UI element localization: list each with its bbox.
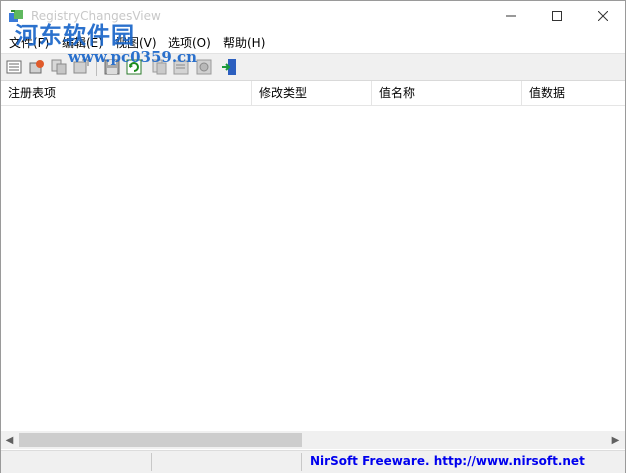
column-value-name[interactable]: 值名称 [372,81,522,105]
close-icon [598,11,608,21]
horizontal-scrollbar[interactable]: ◀ ▶ [1,431,625,449]
watermark-url: www.pc0359.cn [68,48,198,66]
close-button[interactable] [580,1,626,31]
watermark-logo: 河东软件园 [15,22,135,49]
status-pane-count [1,453,152,471]
column-change-type[interactable]: 修改类型 [252,81,372,105]
scroll-left-icon[interactable]: ◀ [1,431,18,449]
html-report-icon[interactable] [195,58,213,76]
scrollbar-thumb[interactable] [19,433,302,447]
minimize-button[interactable] [488,1,534,31]
minimize-icon [506,15,516,17]
column-registry-key[interactable]: 注册表项 [1,81,252,105]
exit-icon[interactable] [220,58,238,76]
status-bar: NirSoft Freeware. http://www.nirsoft.net [1,450,625,473]
list-options-icon[interactable] [5,58,23,76]
nirsoft-link[interactable]: NirSoft Freeware. http://www.nirsoft.net [310,454,585,468]
copy-icon[interactable] [50,58,68,76]
status-pane-info [151,453,302,471]
maximize-icon [552,11,562,21]
changes-list[interactable] [1,106,625,430]
scroll-right-icon[interactable]: ▶ [607,431,624,449]
open-snapshot-icon[interactable] [28,58,46,76]
menu-help[interactable]: 帮助(H) [223,34,265,51]
column-header-row: 注册表项 修改类型 值名称 值数据 [1,81,625,106]
app-window: RegistryChangesView 文件(F) 编辑(E) 视图(V) 选项… [0,0,626,473]
maximize-button[interactable] [534,1,580,31]
column-value-data[interactable]: 值数据 [522,81,625,105]
